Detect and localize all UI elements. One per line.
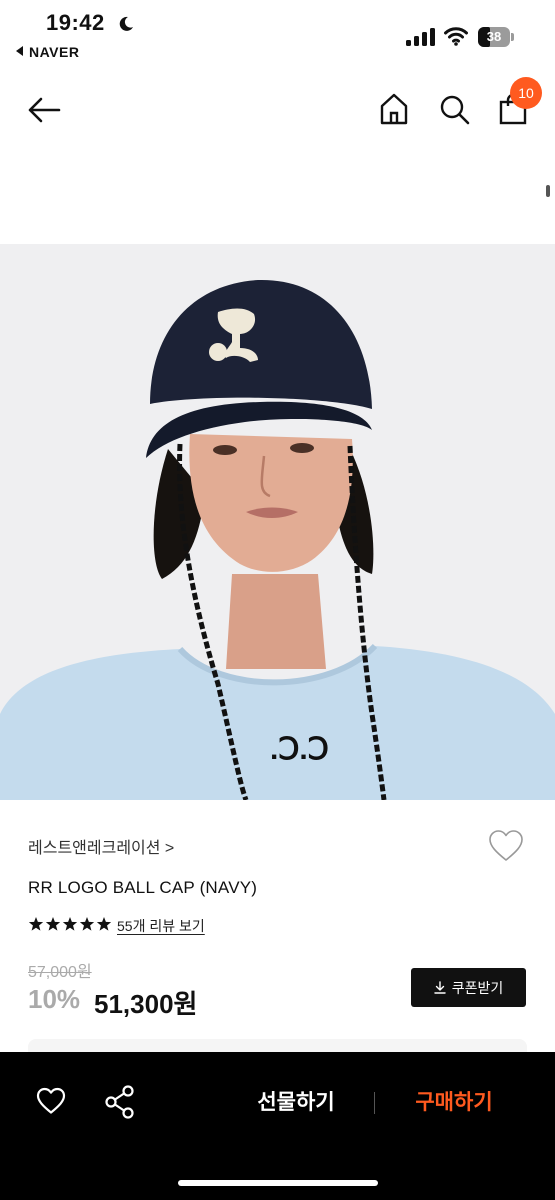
back-triangle-icon: [16, 46, 23, 56]
buy-button[interactable]: 구매하기: [390, 1084, 518, 1122]
back-app-label: NAVER: [29, 44, 80, 60]
battery-level-text: 38: [486, 29, 502, 44]
star-icon: [45, 917, 61, 931]
rating-stars: [28, 917, 112, 931]
search-icon[interactable]: [438, 92, 470, 126]
star-icon: [96, 917, 112, 931]
back-to-app-link[interactable]: NAVER: [16, 44, 79, 60]
home-icon[interactable]: [378, 92, 410, 126]
cart-count-badge: 10: [510, 77, 542, 109]
review-link[interactable]: 55개 리뷰 보기: [117, 916, 205, 936]
sale-price: 51,300원: [94, 989, 198, 1019]
home-indicator: [178, 1180, 378, 1186]
button-divider: [374, 1092, 375, 1114]
original-price: 57,000원: [28, 964, 92, 981]
share-icon[interactable]: [104, 1085, 136, 1119]
wishlist-heart-icon[interactable]: [488, 829, 524, 863]
star-icon: [28, 917, 44, 931]
product-photo[interactable]: .ꓛ.ꓛ: [0, 244, 555, 800]
brand-link[interactable]: 레스트앤레크레이션 >: [28, 834, 174, 858]
star-icon: [79, 917, 95, 931]
moon-icon: [119, 16, 133, 31]
wifi-icon: [444, 27, 468, 46]
signal-icon: [406, 28, 435, 46]
gift-button[interactable]: 선물하기: [232, 1084, 360, 1122]
coupon-download-button[interactable]: 쿠폰받기: [411, 968, 526, 1007]
product-title: RR LOGO BALL CAP (NAVY): [28, 878, 258, 897]
model-wearing-cap-illustration: .ꓛ.ꓛ: [0, 244, 555, 800]
discount-rate: 10%: [28, 984, 81, 1014]
svg-text:.ꓛ.ꓛ: .ꓛ.ꓛ: [270, 733, 329, 766]
scroll-indicator: [546, 185, 550, 197]
battery-icon: 38: [478, 27, 516, 47]
star-icon: [62, 917, 78, 931]
status-time: 19:42: [46, 10, 105, 35]
coupon-label: 쿠폰받기: [451, 979, 504, 996]
heart-icon[interactable]: [36, 1087, 66, 1115]
bottom-action-bar: [0, 1052, 555, 1200]
download-icon: [434, 981, 446, 994]
back-arrow-icon[interactable]: [26, 92, 62, 128]
